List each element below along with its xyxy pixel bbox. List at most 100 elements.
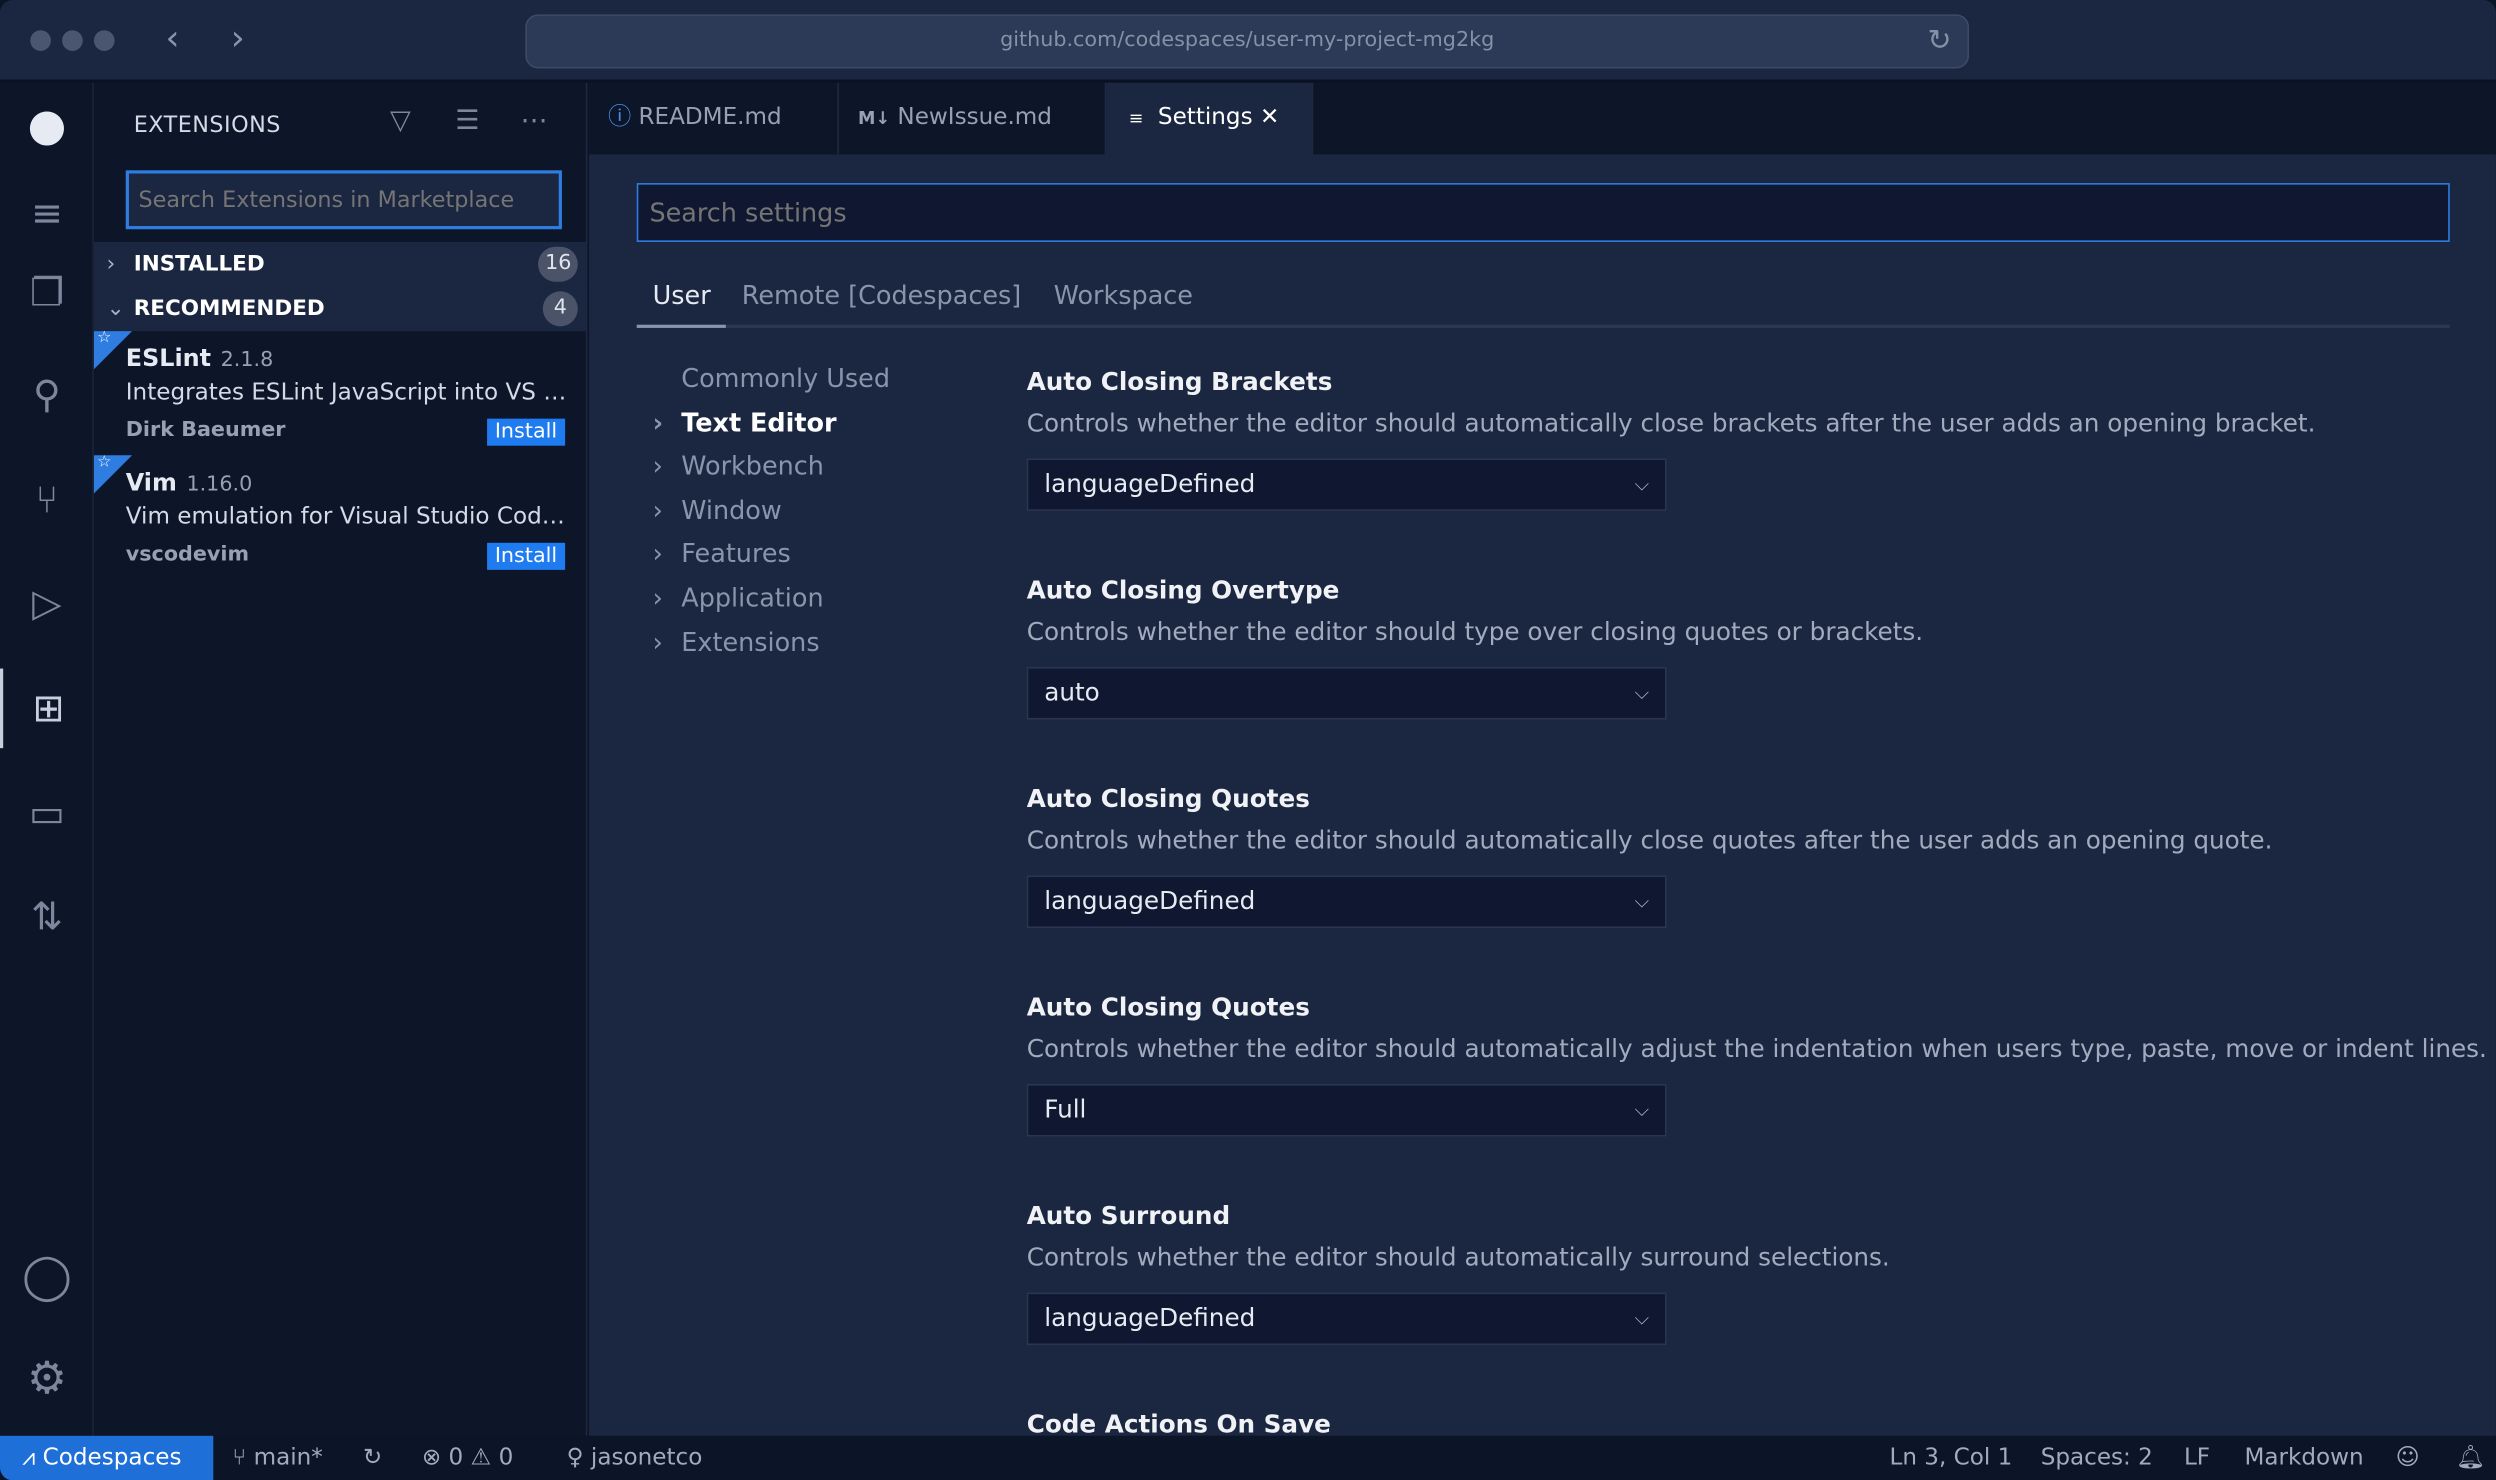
- settings-search-input[interactable]: [636, 183, 2450, 242]
- settings-editor: User Remote [Codespaces] Workspace Commo…: [588, 154, 2496, 1436]
- install-button[interactable]: Install: [486, 542, 566, 570]
- status-bar: ⩘ Codespaces ⑂ main* ↻ ⊗ 0 ⚠ 0 ♀ jasonet…: [0, 1435, 2496, 1480]
- indentation[interactable]: Spaces: 2: [2041, 1436, 2153, 1480]
- divider: [636, 324, 2450, 328]
- toc-extensions[interactable]: › Extensions: [653, 627, 820, 657]
- sync-icon[interactable]: ↻: [363, 1436, 382, 1480]
- toc-application[interactable]: › Application: [653, 583, 824, 613]
- minimize-window-button[interactable]: [62, 30, 83, 51]
- setting-dropdown[interactable]: auto ⌵: [1026, 666, 1667, 720]
- extension-item[interactable]: ☆ Vim 1.16.0 Vim emulation for Visual Stu…: [93, 454, 587, 579]
- branch-icon: ⑂: [232, 1445, 247, 1471]
- remote-icon: ⩘: [22, 1445, 36, 1471]
- github-codespaces-logo-icon: ●: [27, 98, 67, 152]
- notifications-bell-icon[interactable]: 🔔︎: [2456, 1436, 2485, 1480]
- run-debug-icon[interactable]: ▷: [0, 581, 94, 626]
- tab-settings[interactable]: ≡ Settings ✕: [1106, 82, 1314, 155]
- app-window: ‹ › github.com/codespaces/user-my-projec…: [0, 0, 2496, 1480]
- setting-description: Controls whether the editor should autom…: [1026, 1034, 2487, 1064]
- setting-description: Controls whether the editor should autom…: [1026, 1243, 1890, 1272]
- setting-dropdown[interactable]: languageDefined ⌵: [1026, 458, 1667, 511]
- extension-publisher: vscodevim: [125, 542, 250, 567]
- extension-item[interactable]: ☆ ESLint 2.1.8 Integrates ESLint JavaScri…: [93, 329, 587, 455]
- chevron-down-icon: ⌵: [1634, 889, 1650, 913]
- branch-indicator[interactable]: ⑂ main*: [232, 1436, 322, 1480]
- setting-title: Code Actions On Save: [1026, 1410, 1331, 1436]
- tab-readme[interactable]: ⓘ README.md: [589, 82, 839, 155]
- setting-title: Auto Surround: [1026, 1201, 1231, 1231]
- section-label: INSTALLED: [133, 251, 265, 277]
- extensions-sidebar: EXTENSIONS ▽ ☰ ⋯ › INSTALLED 16 ⌄ RECOMMEND…: [93, 82, 588, 1436]
- setting-dropdown[interactable]: Full ⌵: [1026, 1084, 1667, 1137]
- extension-description: Integrates ESLint JavaScript into VS Cod…: [125, 380, 575, 406]
- chevron-down-icon: ⌵: [1634, 681, 1650, 704]
- close-window-button[interactable]: [30, 30, 51, 51]
- setting-description: Controls whether the editor should autom…: [1026, 826, 2273, 855]
- address-bar[interactable]: github.com/codespaces/user-my-project-mg…: [525, 14, 1970, 69]
- chevron-right-icon: ›: [652, 407, 664, 438]
- chevron-right-icon: ›: [106, 251, 116, 277]
- chevron-down-icon: ⌵: [1634, 1306, 1650, 1330]
- cursor-position[interactable]: Ln 3, Col 1: [1889, 1436, 2012, 1480]
- setting-title: Auto Closing Overtype: [1026, 576, 1340, 605]
- extension-name: Vim 1.16.0: [125, 467, 253, 497]
- extension-version: 2.1.8: [220, 348, 274, 373]
- filter-icon[interactable]: ▽: [390, 105, 411, 137]
- editor-tabs: ⓘ README.md M↓ NewIssue.md ≡ Settings ✕: [588, 82, 2496, 155]
- scope-tab-user[interactable]: User: [653, 280, 711, 310]
- section-recommended[interactable]: ⌄ RECOMMENDED 4: [93, 286, 588, 332]
- setting-item: Auto Closing Overtype Controls whether th…: [1026, 576, 1924, 720]
- scope-tab-remote[interactable]: Remote [Codespaces]: [742, 280, 1021, 310]
- close-icon[interactable]: ✕: [1260, 105, 1279, 130]
- remote-explorer-icon[interactable]: ▭: [0, 791, 94, 836]
- setting-description: Controls whether the editor should autom…: [1026, 409, 2316, 438]
- setting-description: Controls whether the editor should type …: [1026, 617, 1924, 647]
- section-installed[interactable]: › INSTALLED 16: [93, 241, 588, 287]
- remote-indicator[interactable]: ⩘ Codespaces: [0, 1435, 214, 1480]
- star-glyph: ☆: [97, 329, 112, 348]
- chevron-down-icon: ⌄: [106, 296, 125, 322]
- forward-icon[interactable]: ›: [231, 19, 245, 59]
- toc-commonly-used[interactable]: Commonly Used: [681, 363, 890, 393]
- extension-version: 1.16.0: [186, 472, 253, 497]
- tab-newissue[interactable]: M↓ NewIssue.md: [839, 82, 1107, 155]
- source-control-icon[interactable]: ⑂: [0, 478, 94, 523]
- problems-indicator[interactable]: ⊗ 0 ⚠ 0: [422, 1436, 513, 1480]
- user-indicator[interactable]: ♀ jasonetco: [567, 1436, 703, 1480]
- back-icon[interactable]: ‹: [166, 19, 180, 59]
- search-icon[interactable]: ⚲: [0, 372, 94, 417]
- end-of-line[interactable]: LF: [2184, 1436, 2210, 1480]
- extension-name: ESLint 2.1.8: [125, 343, 274, 373]
- url-text: github.com/codespaces/user-my-project-mg…: [1000, 28, 1495, 53]
- chevron-down-icon: ⌵: [1634, 1098, 1650, 1121]
- more-actions-icon[interactable]: ⋯: [521, 105, 548, 137]
- feedback-icon[interactable]: ☺: [2396, 1436, 2420, 1480]
- maximize-window-button[interactable]: [93, 30, 115, 51]
- markdown-icon: M↓: [857, 108, 891, 129]
- toc-text-editor[interactable]: › Text Editor: [653, 408, 837, 438]
- extension-publisher: Dirk Baeumer: [125, 418, 286, 443]
- toc-features[interactable]: › Features: [653, 538, 791, 568]
- setting-dropdown[interactable]: languageDefined ⌵: [1026, 875, 1667, 929]
- reload-icon[interactable]: ↻: [1928, 16, 1952, 67]
- explorer-icon[interactable]: ❐: [0, 271, 94, 316]
- extensions-icon[interactable]: ⊞: [0, 668, 94, 749]
- error-icon: ⊗: [421, 1445, 442, 1471]
- language-mode[interactable]: Markdown: [2244, 1436, 2363, 1480]
- extensions-search-input[interactable]: [125, 170, 562, 230]
- account-icon[interactable]: ◯: [0, 1250, 94, 1303]
- chevron-down-icon: ⌵: [1634, 472, 1650, 496]
- pull-requests-icon[interactable]: ⇅: [0, 895, 94, 940]
- menu-icon[interactable]: ≡: [0, 191, 94, 236]
- scope-tab-workspace[interactable]: Workspace: [1054, 280, 1193, 310]
- gear-icon[interactable]: ⚙: [0, 1351, 94, 1404]
- install-button[interactable]: Install: [486, 418, 566, 446]
- setting-title: Auto Closing Quotes: [1026, 784, 1310, 814]
- toc-workbench[interactable]: › Workbench: [653, 450, 824, 480]
- toc-window[interactable]: › Window: [653, 495, 782, 525]
- setting-dropdown[interactable]: languageDefined ⌵: [1026, 1292, 1667, 1346]
- clear-results-icon[interactable]: ☰: [455, 105, 479, 137]
- info-icon: ⓘ: [608, 105, 632, 131]
- chevron-right-icon: ›: [652, 627, 663, 658]
- warning-icon: ⚠: [470, 1445, 492, 1471]
